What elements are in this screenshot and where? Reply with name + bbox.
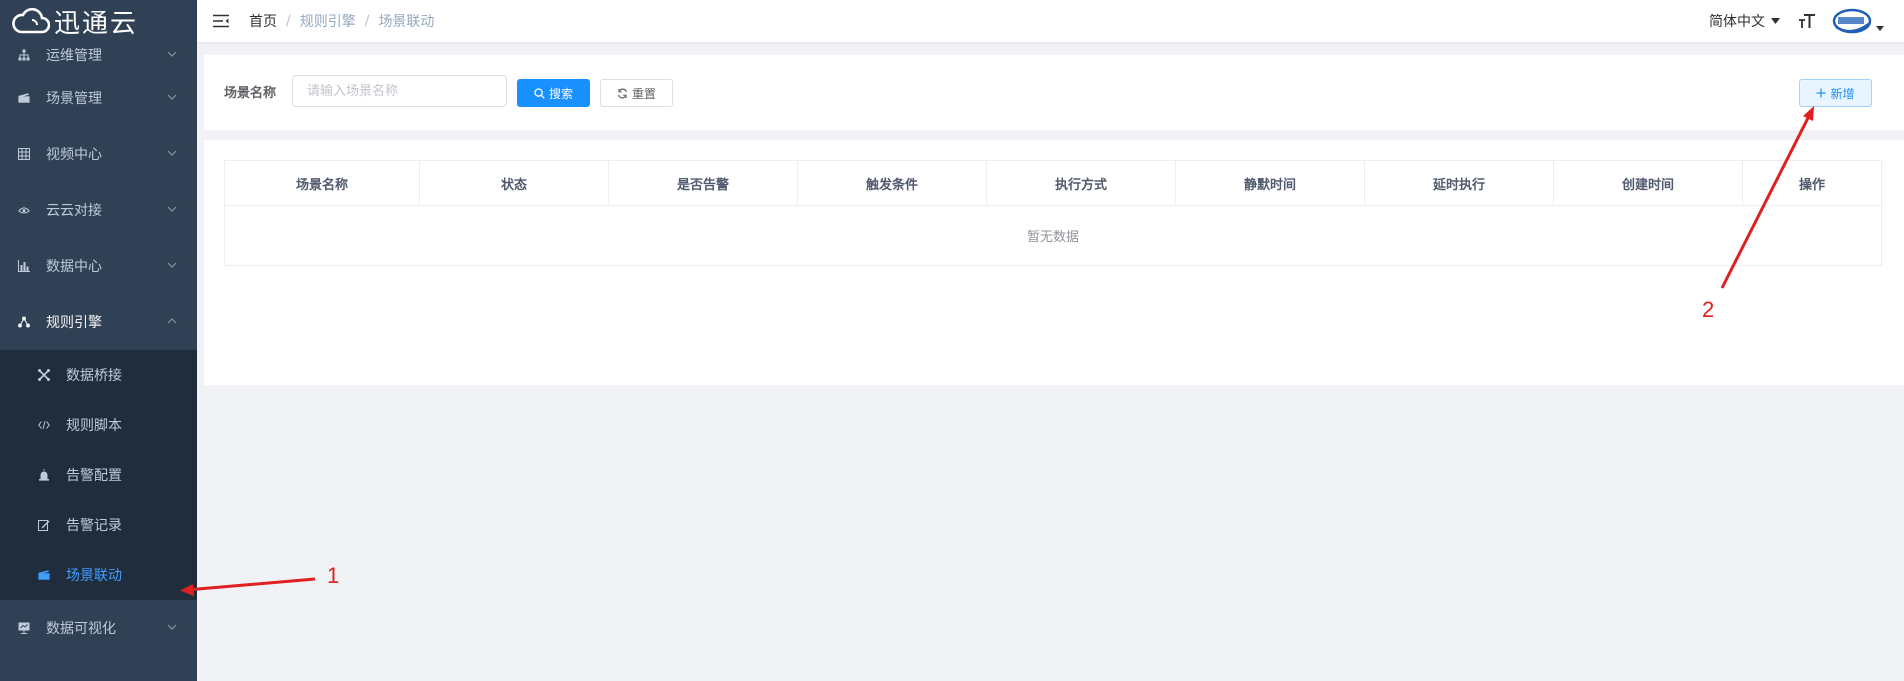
sitemap-icon [18,49,30,61]
sidebar-item-alarm-config[interactable]: 告警配置 [0,450,197,500]
scene-name-label: 场景名称 [224,86,277,101]
scene-table: 场景名称 状态 是否告警 触发条件 执行方式 静默时间 延时执行 创建时间 操作… [224,160,1882,266]
clapperboard-icon [18,92,30,104]
font-size-icon[interactable] [1798,13,1816,29]
sidebar-item-label: 场景联动 [66,568,122,584]
sidebar-item-label: 运维管理 [46,48,102,64]
column-header: 状态 [420,161,609,205]
cloud-logo-icon [12,7,50,34]
sidebar-item-rule-engine[interactable]: 规则引擎 [0,294,197,350]
sidebar-item-label: 告警记录 [66,518,122,534]
column-header: 场景名称 [225,161,420,205]
column-header: 创建时间 [1554,161,1743,205]
bar-chart-icon [18,260,30,272]
chevron-down-icon [167,624,177,630]
sidebar-item-cloud-link[interactable]: 云云对接 [0,182,197,238]
sidebar-item-label: 规则脚本 [66,418,122,434]
chevron-up-icon [167,318,177,324]
add-button[interactable]: 新增 [1799,79,1872,107]
refresh-icon [617,88,628,99]
bridge-icon [38,369,50,381]
breadcrumb: 首页 / 规则引擎 / 场景联动 [249,11,434,31]
chevron-down-icon [167,51,177,57]
breadcrumb-separator: / [364,13,370,29]
sidebar-item-label: 视频中心 [46,147,102,163]
sidebar-item-rule-script[interactable]: 规则脚本 [0,400,197,450]
logo-text: 迅通云 [54,8,139,39]
monitor-icon [18,622,30,634]
column-header: 执行方式 [987,161,1176,205]
language-label: 简体中文 [1709,14,1765,30]
breadcrumb-home[interactable]: 首页 [249,11,277,31]
annotation-label-2: 2 [1702,297,1715,322]
sidebar-item-data-bridge[interactable]: 数据桥接 [0,350,197,400]
chevron-down-icon [167,94,177,100]
sidebar: 迅通云 运维管理 场景管理 视频中心 云云对接 数据中心 规则引擎 数据桥接 规… [0,0,197,681]
annotation-label-1: 1 [327,563,340,588]
column-header: 触发条件 [798,161,987,205]
scene-name-input[interactable] [292,75,507,107]
search-icon [534,87,545,99]
code-icon [38,419,50,431]
sidebar-item-data-visualization[interactable]: 数据可视化 [0,600,197,656]
column-header: 操作 [1798,177,1825,193]
sidebar-item-label: 规则引擎 [46,315,102,331]
search-panel: 场景名称 搜索 重置 新增 [204,55,1904,130]
grid-icon [18,148,30,160]
share-icon [18,316,30,328]
sidebar-item-data-center[interactable]: 数据中心 [0,238,197,294]
sidebar-item-label: 数据中心 [46,259,102,275]
rule-engine-submenu: 数据桥接 规则脚本 告警配置 告警记录 场景联动 [0,350,197,600]
table-panel: 场景名称 状态 是否告警 触发条件 执行方式 静默时间 延时执行 创建时间 操作… [204,140,1904,385]
sidebar-item-label: 云云对接 [46,203,102,219]
breadcrumb-separator: / [286,13,291,29]
sidebar-item-label: 数据可视化 [46,621,116,637]
sidebar-item-ops[interactable]: 运维管理 [0,40,197,70]
sidebar-item-scene-mgmt[interactable]: 场景管理 [0,70,197,126]
sidebar-item-video-center[interactable]: 视频中心 [0,126,197,182]
reset-button[interactable]: 重置 [600,79,673,107]
sidebar-item-label: 数据桥接 [66,368,122,384]
caret-down-icon [1771,18,1780,24]
alarm-icon [38,469,50,481]
reset-button-label: 重置 [631,86,656,101]
search-button[interactable]: 搜索 [517,79,590,107]
hamburger-menu-icon[interactable] [213,14,229,28]
clapperboard-icon [38,569,50,581]
language-selector[interactable]: 简体中文 [1709,11,1780,31]
table-header: 场景名称 状态 是否告警 触发条件 执行方式 静默时间 延时执行 创建时间 操作 [225,161,1881,206]
edit-icon [38,519,50,531]
add-button-label: 新增 [1830,86,1855,101]
chevron-down-icon [167,262,177,268]
search-button-label: 搜索 [548,86,573,101]
column-header: 延时执行 [1365,161,1554,205]
cloud-eye-icon [18,204,30,216]
annotation-arrow-1 [180,577,316,596]
sidebar-item-label: 告警配置 [66,468,122,484]
header-actions: 简体中文 [1709,0,1884,42]
sidebar-item-alarm-log[interactable]: 告警记录 [0,500,197,550]
app-logo[interactable]: 迅通云 [0,0,197,42]
column-header: 是否告警 [609,161,798,205]
chevron-down-icon [167,206,177,212]
column-header: 静默时间 [1176,161,1365,205]
chevron-down-icon [167,150,177,156]
top-header: 首页 / 规则引擎 / 场景联动 简体中文 [197,0,1904,42]
empty-state-text: 暂无数据 [1026,230,1079,245]
sidebar-item-scene-linkage[interactable]: 场景联动 [0,550,197,600]
caret-down-icon[interactable] [1876,25,1884,31]
breadcrumb-rule-engine[interactable]: 规则引擎 [300,11,356,31]
user-avatar[interactable] [1832,6,1874,36]
breadcrumb-current: 场景联动 [378,14,435,30]
sidebar-item-label: 场景管理 [46,91,102,107]
plus-icon [1816,88,1826,98]
